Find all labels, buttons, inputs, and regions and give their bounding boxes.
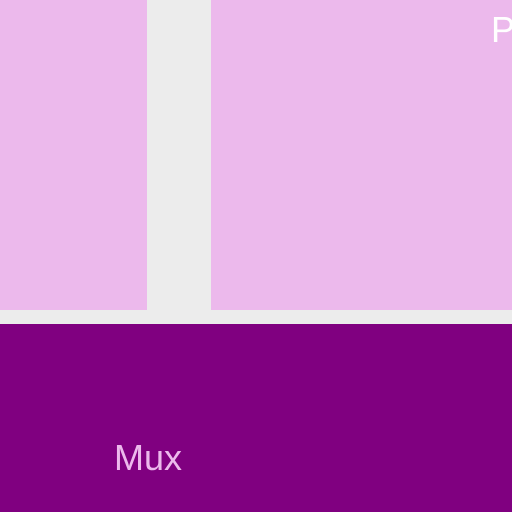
tile-top-right-label: P: [491, 9, 512, 50]
tile-top-right[interactable]: P: [211, 0, 512, 310]
tile-bottom-mux[interactable]: Mux: [0, 324, 512, 512]
tile-top-left[interactable]: [0, 0, 147, 310]
tile-grid: P Mux: [0, 0, 512, 512]
tile-bottom-label: Mux: [114, 437, 183, 478]
